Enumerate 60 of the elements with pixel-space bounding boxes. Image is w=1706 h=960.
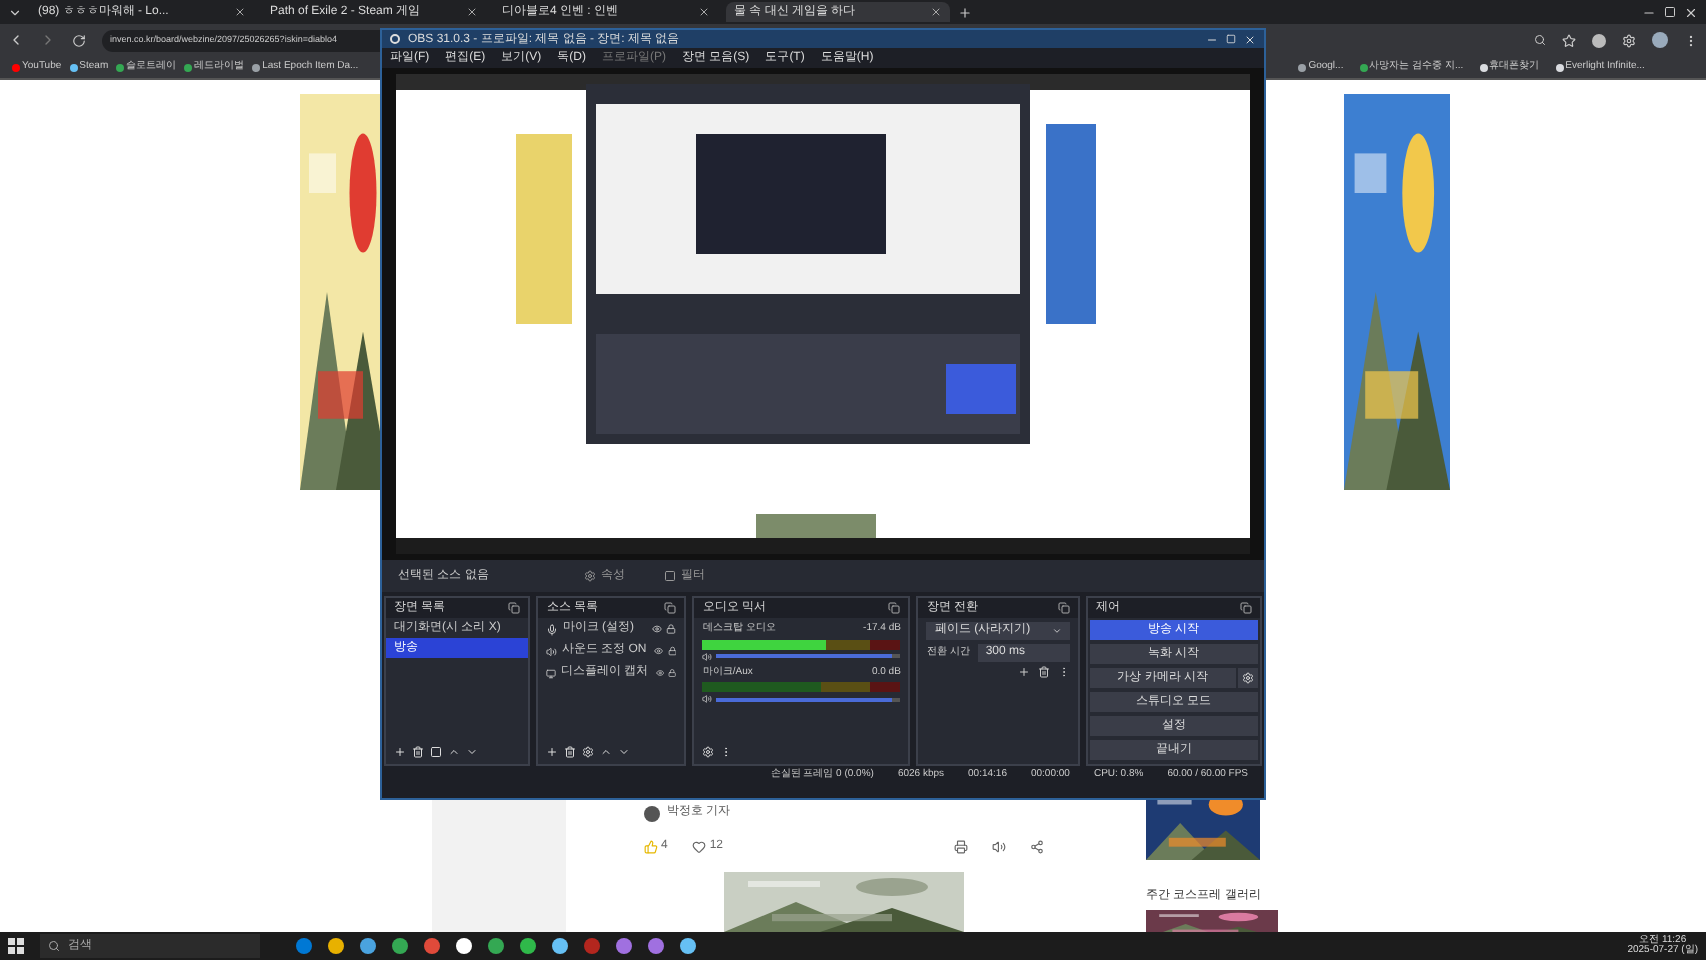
move-down-icon[interactable] — [466, 746, 478, 758]
monitor-icon — [546, 667, 557, 679]
gear-icon — [1242, 672, 1254, 684]
move-up-icon[interactable] — [448, 746, 460, 758]
close-tab-icon[interactable] — [466, 6, 478, 18]
lock-icon[interactable] — [668, 668, 677, 678]
add-icon[interactable] — [1017, 666, 1030, 678]
share-icon[interactable] — [1029, 840, 1043, 854]
search-icon — [48, 940, 60, 952]
speaker-icon[interactable] — [991, 840, 1005, 854]
profile-avatar[interactable] — [1652, 32, 1668, 48]
add-icon[interactable] — [394, 746, 406, 758]
close-tab-icon[interactable] — [930, 6, 942, 18]
thumbs-up-icon[interactable] — [643, 840, 657, 854]
app-logo-icon — [390, 34, 400, 44]
undock-icon[interactable] — [1057, 602, 1070, 614]
undock-icon[interactable] — [508, 602, 521, 614]
reload-icon[interactable] — [72, 33, 86, 47]
visibility-icon[interactable] — [654, 646, 664, 656]
start-icon[interactable] — [8, 938, 24, 954]
maximize-icon[interactable] — [1664, 6, 1676, 18]
dropdown-caret-icon — [1051, 626, 1062, 636]
trash-icon[interactable] — [1037, 666, 1050, 678]
speaker-icon — [546, 645, 558, 657]
forward-icon[interactable] — [40, 32, 56, 48]
trash-icon[interactable] — [412, 746, 424, 758]
maximize-icon[interactable] — [1226, 34, 1236, 44]
close-icon[interactable] — [1244, 33, 1256, 45]
lock-icon[interactable] — [667, 646, 677, 656]
new-tab-icon[interactable] — [958, 5, 972, 19]
tab-list-icon[interactable] — [8, 5, 22, 19]
undock-icon[interactable] — [664, 602, 677, 614]
move-down-icon[interactable] — [618, 746, 631, 758]
microphone-icon — [546, 623, 559, 635]
add-icon[interactable] — [546, 746, 559, 758]
back-icon[interactable] — [8, 32, 24, 48]
print-icon[interactable] — [953, 840, 967, 854]
settings-icon[interactable] — [582, 746, 595, 758]
bookmark-star-icon[interactable] — [1562, 33, 1576, 47]
move-up-icon[interactable] — [600, 746, 613, 758]
settings-button[interactable] — [1238, 668, 1258, 688]
minimize-icon[interactable] — [1206, 33, 1218, 45]
visibility-icon[interactable] — [656, 668, 665, 678]
zoom-icon[interactable] — [1534, 34, 1546, 46]
author-avatar — [643, 805, 659, 821]
lock-icon[interactable] — [666, 624, 677, 634]
heart-icon[interactable] — [691, 840, 706, 854]
speaker-icon[interactable] — [702, 694, 713, 704]
visibility-icon[interactable] — [652, 624, 663, 634]
close-tab-icon[interactable] — [698, 6, 710, 18]
settings-icon[interactable] — [702, 746, 715, 758]
undock-icon[interactable] — [888, 602, 901, 614]
gear-icon — [584, 570, 597, 582]
settings-icon[interactable] — [1622, 33, 1636, 47]
trash-icon[interactable] — [564, 746, 577, 758]
more-icon[interactable] — [1684, 33, 1698, 47]
close-tab-icon[interactable] — [234, 6, 246, 18]
close-icon[interactable] — [1684, 5, 1698, 19]
speaker-icon[interactable] — [702, 651, 713, 661]
undock-icon[interactable] — [1240, 602, 1252, 614]
